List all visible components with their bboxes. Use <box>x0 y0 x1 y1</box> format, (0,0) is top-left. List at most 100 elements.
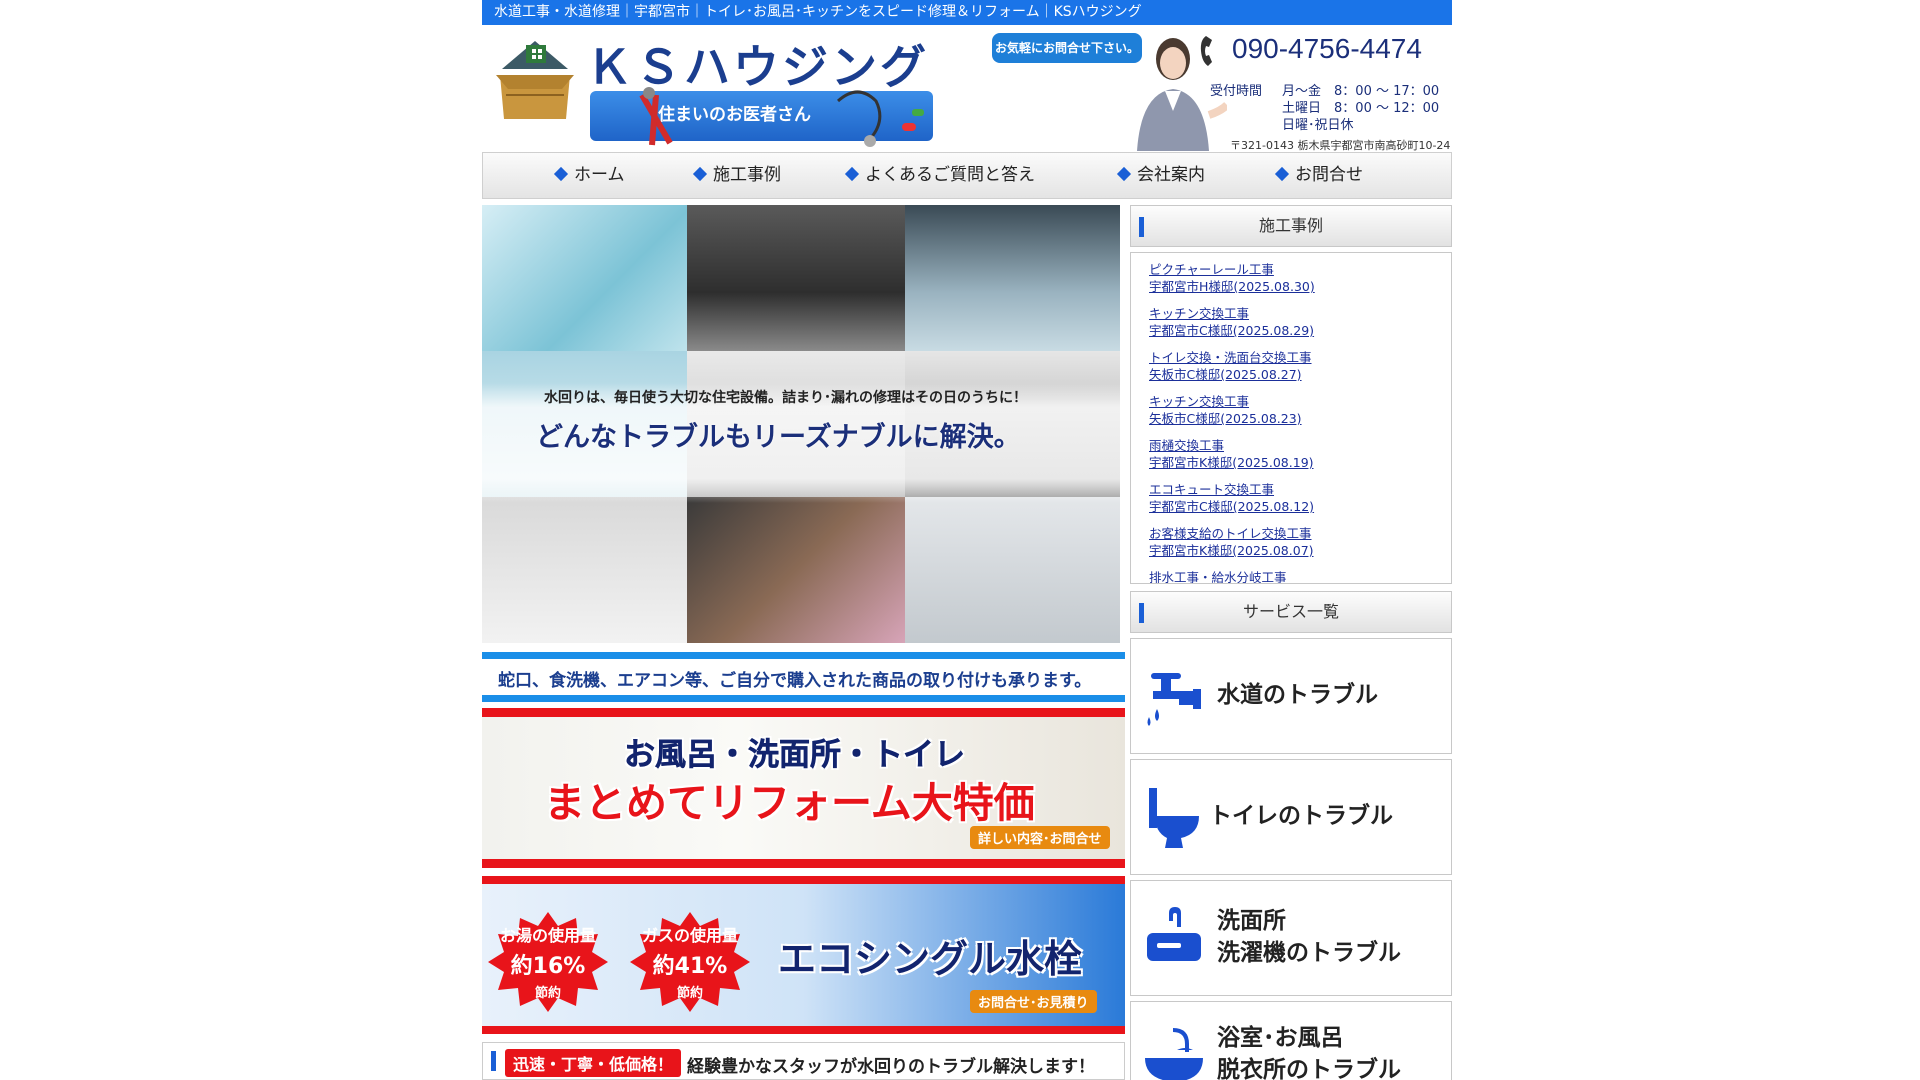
work-sub: 宇都宮市K様邸(2025.08.07) <box>1149 543 1314 558</box>
work-sub: 矢板市C様邸(2025.08.23) <box>1149 411 1302 426</box>
badge-value: 約16% <box>510 954 586 979</box>
nav-faq[interactable]: よくあるご質問と答え <box>844 153 1035 198</box>
feature-heading: 迅速・丁寧・低価格！ 経験豊かなスタッフが水回りのトラブル解決します！ <box>482 1042 1125 1080</box>
hours-time: 8：00 ～ 17：00 <box>1334 84 1440 99</box>
washbasin-icon <box>1147 907 1201 961</box>
service-label: 浴室･お風呂脱衣所のトラブル <box>1217 1022 1401 1080</box>
hero-tile-tap <box>905 497 1120 643</box>
service-bathroom-trouble[interactable]: 浴室･お風呂脱衣所のトラブル <box>1130 1001 1452 1080</box>
badge-value: 約41% <box>652 954 728 979</box>
work-link[interactable]: キッチン交換工事宇都宮市C様邸(2025.08.29) <box>1149 305 1451 339</box>
service-line1: トイレのトラブル <box>1209 803 1393 829</box>
hours-time: 8：00 ～ 12：00 <box>1334 101 1440 116</box>
service-label: トイレのトラブル <box>1209 800 1393 832</box>
badge-title: お湯の使用量 <box>499 926 596 945</box>
nav-home[interactable]: ホーム <box>553 153 625 198</box>
nav-company[interactable]: 会社案内 <box>1116 153 1205 198</box>
work-link[interactable]: キッチン交換工事矢板市C様邸(2025.08.23) <box>1149 393 1451 427</box>
eco-faucet-banner[interactable]: お湯の使用量 約16% 節約 ガスの使用量 約41% 節約 エコシングル水栓 お… <box>482 876 1125 1034</box>
diamond-bullet-icon <box>692 166 708 181</box>
service-label: 水道のトラブル <box>1217 679 1378 711</box>
diamond-bullet-icon <box>1116 166 1132 181</box>
hot-water-saving-badge: お湯の使用量 約16% 節約 <box>488 912 608 1012</box>
work-sub: 宇都宮市C様邸(2025.08.29) <box>1149 323 1315 338</box>
nav-label: お問合せ <box>1295 165 1363 185</box>
hours-days: 土曜日 <box>1282 101 1322 116</box>
service-line2: 洗濯機のトラブル <box>1217 940 1401 966</box>
hero-image: 水回りは、毎日使う大切な住宅設備。詰まり･漏れの修理はその日のうちに！ どんなト… <box>482 205 1120 643</box>
hours-row: 土曜日 8：00 ～ 12：00 <box>1210 100 1439 117</box>
nav-contact[interactable]: お問合せ <box>1274 153 1363 198</box>
company-address: 〒321-0143 栃木県宇都宮市南高砂町10-24 <box>1230 139 1451 152</box>
bathtub-icon <box>1145 1028 1203 1080</box>
nav-label: 施工事例 <box>713 165 781 185</box>
hero-tile-shower <box>482 497 687 643</box>
work-link[interactable]: トイレ交換・洗面台交換工事 矢板市C様邸(2025.08.27) <box>1149 349 1451 383</box>
phone-number-text: 090-4756-4474 <box>1232 33 1422 64</box>
reform-sale-banner[interactable]: お風呂・洗面所・トイレ まとめてリフォーム大特価 詳しい内容･お問合せ <box>482 708 1125 868</box>
heading-accent-bar <box>1139 603 1144 623</box>
works-heading-text: 施工事例 <box>1258 216 1323 235</box>
house-logo-icon[interactable] <box>496 35 574 121</box>
install-service-banner[interactable]: 蛇口、食洗機、エアコン等、ご自分で購入された商品の取り付けも承ります。 <box>482 652 1125 702</box>
work-title: トイレ交換・洗面台交換工事 <box>1149 350 1312 365</box>
hero-tile-splash <box>687 205 905 351</box>
service-line1: 浴室･お風呂 <box>1217 1025 1344 1051</box>
nav-label: 会社案内 <box>1137 165 1205 185</box>
works-list[interactable]: ピクチャーレール工事 宇都宮市H様邸(2025.08.30) キッチン交換工事宇都… <box>1130 252 1452 584</box>
work-sub: 宇都宮市K様邸(2025.08.19) <box>1149 455 1314 470</box>
service-line1: 水道のトラブル <box>1217 682 1378 708</box>
hours-days: 日曜･祝日休 <box>1282 118 1354 133</box>
work-title: 雨樋交換工事 <box>1149 438 1225 453</box>
feature-heading-text: 経験豊かなスタッフが水回りのトラブル解決します！ <box>687 1057 1095 1077</box>
work-title: キッチン交換工事 <box>1149 306 1250 321</box>
work-title: お客様支給のトイレ交換工事 <box>1149 526 1312 541</box>
works-heading: 施工事例 <box>1130 205 1452 247</box>
global-nav: ホーム 施工事例 よくあるご質問と答え 会社案内 お問合せ <box>482 152 1452 199</box>
reform-details-button[interactable]: 詳しい内容･お問合せ <box>970 826 1110 849</box>
work-title: エコキュート交換工事 <box>1149 482 1275 497</box>
work-link[interactable]: エコキュート交換工事宇都宮市C様邸(2025.08.12) <box>1149 481 1451 515</box>
work-title: キッチン交換工事 <box>1149 394 1250 409</box>
service-line2: 脱衣所のトラブル <box>1217 1057 1401 1080</box>
service-water-trouble[interactable]: 水道のトラブル <box>1130 638 1452 754</box>
hero-subcopy: 水回りは、毎日使う大切な住宅設備。詰まり･漏れの修理はその日のうちに！ <box>544 390 1027 406</box>
service-line1: 洗面所 <box>1217 908 1286 934</box>
diamond-bullet-icon <box>1274 166 1290 181</box>
install-banner-text: 蛇口、食洗機、エアコン等、ご自分で購入された商品の取り付けも承ります。 <box>498 671 1092 691</box>
badge-sub: 節約 <box>676 986 703 1001</box>
hours-row: 受付時間 月～金 8：00 ～ 17：00 <box>1210 83 1439 100</box>
nav-label: ホーム <box>574 165 625 185</box>
diamond-bullet-icon <box>844 166 860 181</box>
service-toilet-trouble[interactable]: トイレのトラブル <box>1130 759 1452 875</box>
service-washroom-trouble[interactable]: 洗面所洗濯機のトラブル <box>1130 880 1452 996</box>
hero-headline: どんなトラブルもリーズナブルに解決。 <box>536 422 1021 453</box>
work-sub: 宇都宮市C様邸(2025.08.12) <box>1149 499 1315 514</box>
hours-label: 受付時間 <box>1210 84 1263 99</box>
work-title: ピクチャーレール工事 <box>1149 262 1274 277</box>
work-link[interactable]: ピクチャーレール工事 宇都宮市H様邸(2025.08.30) <box>1149 261 1451 295</box>
reform-banner-line1: お風呂・洗面所・トイレ <box>624 737 966 774</box>
eco-estimate-button[interactable]: お問合せ･お見積り <box>970 990 1097 1013</box>
heading-accent-bar <box>1139 217 1144 237</box>
site-description-bar: 水道工事・水道修理｜宇都宮市｜トイレ･お風呂･キッチンをスピード修理＆リフォーム… <box>482 0 1452 25</box>
work-link[interactable]: 雨樋交換工事宇都宮市K様邸(2025.08.19) <box>1149 437 1451 471</box>
eco-banner-title: エコシングル水栓 <box>778 937 1083 981</box>
work-link[interactable]: お客様支給のトイレ交換工事 宇都宮市K様邸(2025.08.07) <box>1149 525 1451 559</box>
gas-saving-badge: ガスの使用量 約41% 節約 <box>630 912 750 1012</box>
tools-illustration-icon <box>639 87 924 147</box>
nav-works[interactable]: 施工事例 <box>692 153 781 198</box>
faucet-icon <box>1147 673 1201 726</box>
badge-sub: 節約 <box>534 986 561 1001</box>
diamond-bullet-icon <box>553 166 569 181</box>
hero-tile-bath <box>905 205 1120 351</box>
badge-title: ガスの使用量 <box>641 926 738 945</box>
phone-icon <box>1200 35 1212 66</box>
phone-number[interactable]: 090-4756-4474 <box>1200 33 1422 68</box>
hero-tile-sink <box>687 497 905 643</box>
hours-days: 月～金 <box>1282 84 1322 99</box>
work-link[interactable]: 排水工事・給水分岐工事 <box>1149 569 1451 583</box>
business-hours: 受付時間 月～金 8：00 ～ 17：00 土曜日 8：00 ～ 12：00 日曜… <box>1210 83 1439 134</box>
site-header: ＫＳハウジング 住まいのお医者さん お気軽にお問合せ下さい。 090-4756-… <box>482 25 1452 152</box>
feature-pill: 迅速・丁寧・低価格！ <box>505 1049 682 1077</box>
